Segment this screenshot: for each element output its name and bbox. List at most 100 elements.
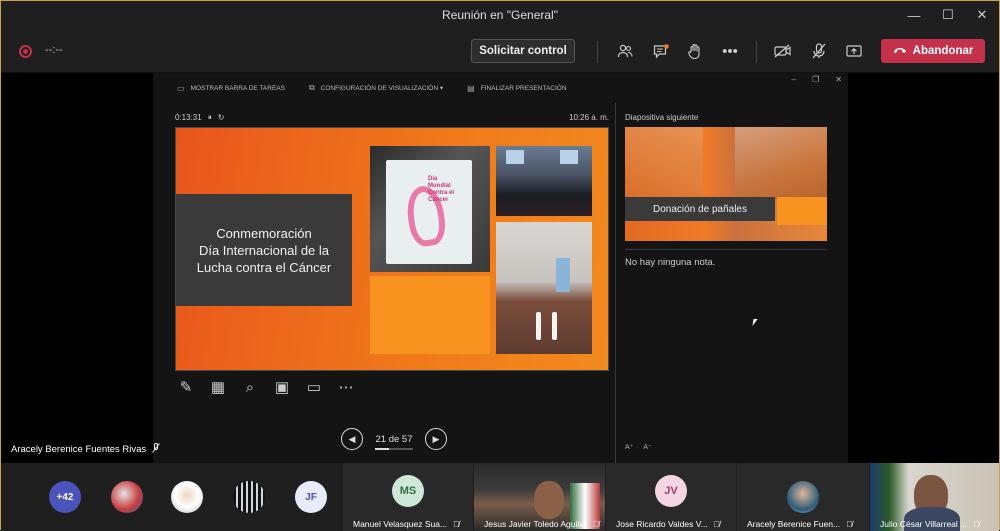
slide-title-line: Conmemoración — [216, 225, 312, 241]
participant-avatar[interactable] — [111, 481, 143, 513]
elapsed-time: 0:13:31 — [175, 113, 202, 122]
current-time: 10:26 a. m. — [569, 113, 610, 122]
participant-name: Manuel Velasquez Sua... — [353, 519, 448, 529]
end-presentation-label: FINALIZAR PRESENTACIÓN — [480, 84, 567, 92]
display-settings-button[interactable]: ⧉ CONFIGURACIÓN DE VISUALIZACIÓN ▾ — [309, 83, 443, 93]
participant-tile[interactable]: JV Jose Ricardo Valdes V... 🎙̸ — [606, 463, 736, 531]
participant-avatar[interactable] — [171, 481, 203, 513]
participant-avatar — [787, 481, 819, 513]
audience-photo — [496, 146, 592, 216]
orange-square — [370, 276, 490, 354]
close-button[interactable]: ✕ — [965, 1, 999, 29]
participant-tile[interactable]: Aracely Berenice Fuen... 🎙̸ — [737, 463, 869, 531]
taskbar-icon: ▭ — [177, 83, 185, 93]
more-slide-options-icon[interactable]: ⋯ — [335, 376, 357, 398]
speaker-notes: No hay ninguna nota. — [625, 257, 716, 268]
reset-timer-icon[interactable]: ↻ — [218, 113, 225, 123]
zoom-icon[interactable]: ⌕ — [239, 376, 261, 398]
participant-avatar-jf[interactable]: JF — [295, 481, 327, 513]
raise-hand-icon[interactable] — [682, 39, 708, 63]
toolbar-divider — [597, 41, 598, 63]
slide-counter-label: 21 de 57 — [375, 433, 413, 445]
slide-counter: 21 de 57 — [371, 433, 417, 450]
participant-tile[interactable]: MS Manuel Velasquez Sua... 🎙̸ — [343, 463, 473, 531]
participant-name: Julio César Villarreal ... — [880, 519, 968, 529]
leave-button[interactable]: Abandonar — [881, 39, 985, 63]
notes-font-controls: A⁺ A⁻ — [625, 443, 652, 451]
display-settings-label: CONFIGURACIÓN DE VISUALIZACIÓN ▾ — [320, 85, 444, 92]
meeting-stage: ▭ MOSTRAR BARRA DE TAREAS ⧉ CONFIGURACIÓN … — [1, 73, 999, 463]
increase-font-icon[interactable]: A⁺ — [625, 443, 633, 451]
participant-name: Jesus Javier Toledo Aguilar — [484, 519, 587, 529]
slide-navigation: ◀ 21 de 57 ▶ — [341, 428, 447, 450]
presenter-restore-icon[interactable]: ❐ — [812, 75, 819, 84]
current-slide: Conmemoración Día Internacional de la Lu… — [175, 127, 609, 371]
show-taskbar-button[interactable]: ▭ MOSTRAR BARRA DE TAREAS — [177, 84, 285, 93]
mic-muted-icon: 🎙̸ — [453, 519, 460, 529]
end-presentation-button[interactable]: ▤ FINALIZAR PRESENTACIÓN — [467, 84, 566, 93]
camera-off-icon[interactable] — [770, 39, 796, 63]
previous-slide-button[interactable]: ◀ — [341, 428, 363, 450]
presenter-side-panel: Diapositiva siguiente Donación de pañale… — [615, 103, 848, 463]
mic-muted-icon: 🎙̸ — [973, 519, 980, 529]
slide-progress-fill — [375, 447, 389, 450]
participants-icon[interactable] — [612, 39, 638, 63]
teams-meeting-window: Reunión en "General" — ☐ ✕ --:-- Solicit… — [0, 0, 1000, 531]
panel-divider — [625, 249, 827, 250]
title-bar: Reunión en "General" — ☐ ✕ — [1, 1, 999, 29]
phone-hangup-icon — [893, 45, 907, 57]
participant-video-tile[interactable]: Jesus Javier Toledo Aguilar 🎙̸ — [474, 463, 605, 531]
next-slide-title: Diapositiva siguiente — [625, 113, 699, 122]
share-screen-icon[interactable] — [841, 39, 867, 63]
end-presentation-icon: ▤ — [467, 83, 475, 93]
subtitles-icon[interactable]: ▭ — [303, 376, 325, 398]
mic-muted-icon: 🎙̸ — [846, 519, 853, 529]
participant-video-tile[interactable]: Julio César Villarreal ... 🎙̸ — [870, 463, 999, 531]
request-control-button[interactable]: Solicitar control — [471, 39, 575, 63]
show-taskbar-label: MOSTRAR BARRA DE TAREAS — [190, 84, 285, 92]
active-speaker-name: Aracely Berenice Fuentes Rivas — [11, 444, 147, 455]
active-speaker-label: Aracely Berenice Fuentes Rivas — [11, 443, 161, 456]
toolbar-divider — [756, 41, 757, 63]
stage-photo — [496, 222, 592, 354]
poster-text: Día Mundial Contra el Cáncer — [428, 176, 455, 203]
window-title: Reunión en "General" — [442, 8, 558, 22]
next-slide-button[interactable]: ▶ — [425, 428, 447, 450]
presenter-top-bar: ▭ MOSTRAR BARRA DE TAREAS ⧉ CONFIGURACIÓN … — [153, 73, 848, 103]
poster-photo: Día Mundial Contra el Cáncer — [370, 146, 490, 272]
black-screen-icon[interactable]: ▣ — [271, 376, 293, 398]
participant-name: Jose Ricardo Valdes V... — [616, 519, 708, 529]
window-controls: — ☐ ✕ — [897, 1, 999, 29]
next-slide-caption: Donación de pañales — [625, 197, 775, 221]
elapsed-timer: 0:13:31 ⏸ ↻ — [175, 113, 224, 123]
slide-title-box: Conmemoración Día Internacional de la Lu… — [176, 194, 352, 306]
slide-progress-bar — [375, 447, 413, 450]
participant-initials: MS — [392, 475, 424, 507]
leave-label: Abandonar — [912, 45, 974, 57]
mic-muted-icon: 🎙̸ — [592, 519, 600, 529]
mic-muted-icon: 🎙̸ — [713, 519, 721, 529]
minimize-button[interactable]: — — [897, 1, 931, 29]
decrease-font-icon[interactable]: A⁻ — [643, 443, 651, 451]
maximize-button[interactable]: ☐ — [931, 1, 965, 29]
meeting-timer: --:-- — [45, 44, 63, 56]
presenter-close-icon[interactable]: ✕ — [835, 75, 842, 84]
slide-title-line: Lucha contra el Cáncer — [196, 259, 332, 275]
chat-icon[interactable] — [648, 39, 674, 63]
see-all-slides-icon[interactable]: ▦ — [207, 376, 229, 398]
slide-tools: ✎ ▦ ⌕ ▣ ▭ ⋯ — [175, 376, 357, 398]
slide-title-line: Día Internacional de la — [198, 242, 330, 258]
more-participants-badge[interactable]: +42 — [49, 481, 81, 513]
meeting-toolbar: --:-- Solicitar control ••• Abandonar — [1, 29, 999, 73]
presenter-window-controls: – ❐ ✕ — [792, 75, 842, 84]
participant-name: Aracely Berenice Fuen... — [747, 519, 841, 529]
presenter-minimize-icon[interactable]: – — [792, 75, 796, 84]
recording-icon — [19, 45, 32, 58]
display-settings-icon: ⧉ — [308, 83, 315, 92]
pause-icon[interactable]: ⏸ — [208, 113, 212, 123]
participant-avatar[interactable] — [233, 481, 265, 513]
more-options-icon[interactable]: ••• — [717, 39, 743, 63]
pen-icon[interactable]: ✎ — [175, 376, 197, 398]
next-slide-preview[interactable]: Donación de pañales — [625, 127, 827, 241]
microphone-off-icon[interactable] — [806, 39, 832, 63]
